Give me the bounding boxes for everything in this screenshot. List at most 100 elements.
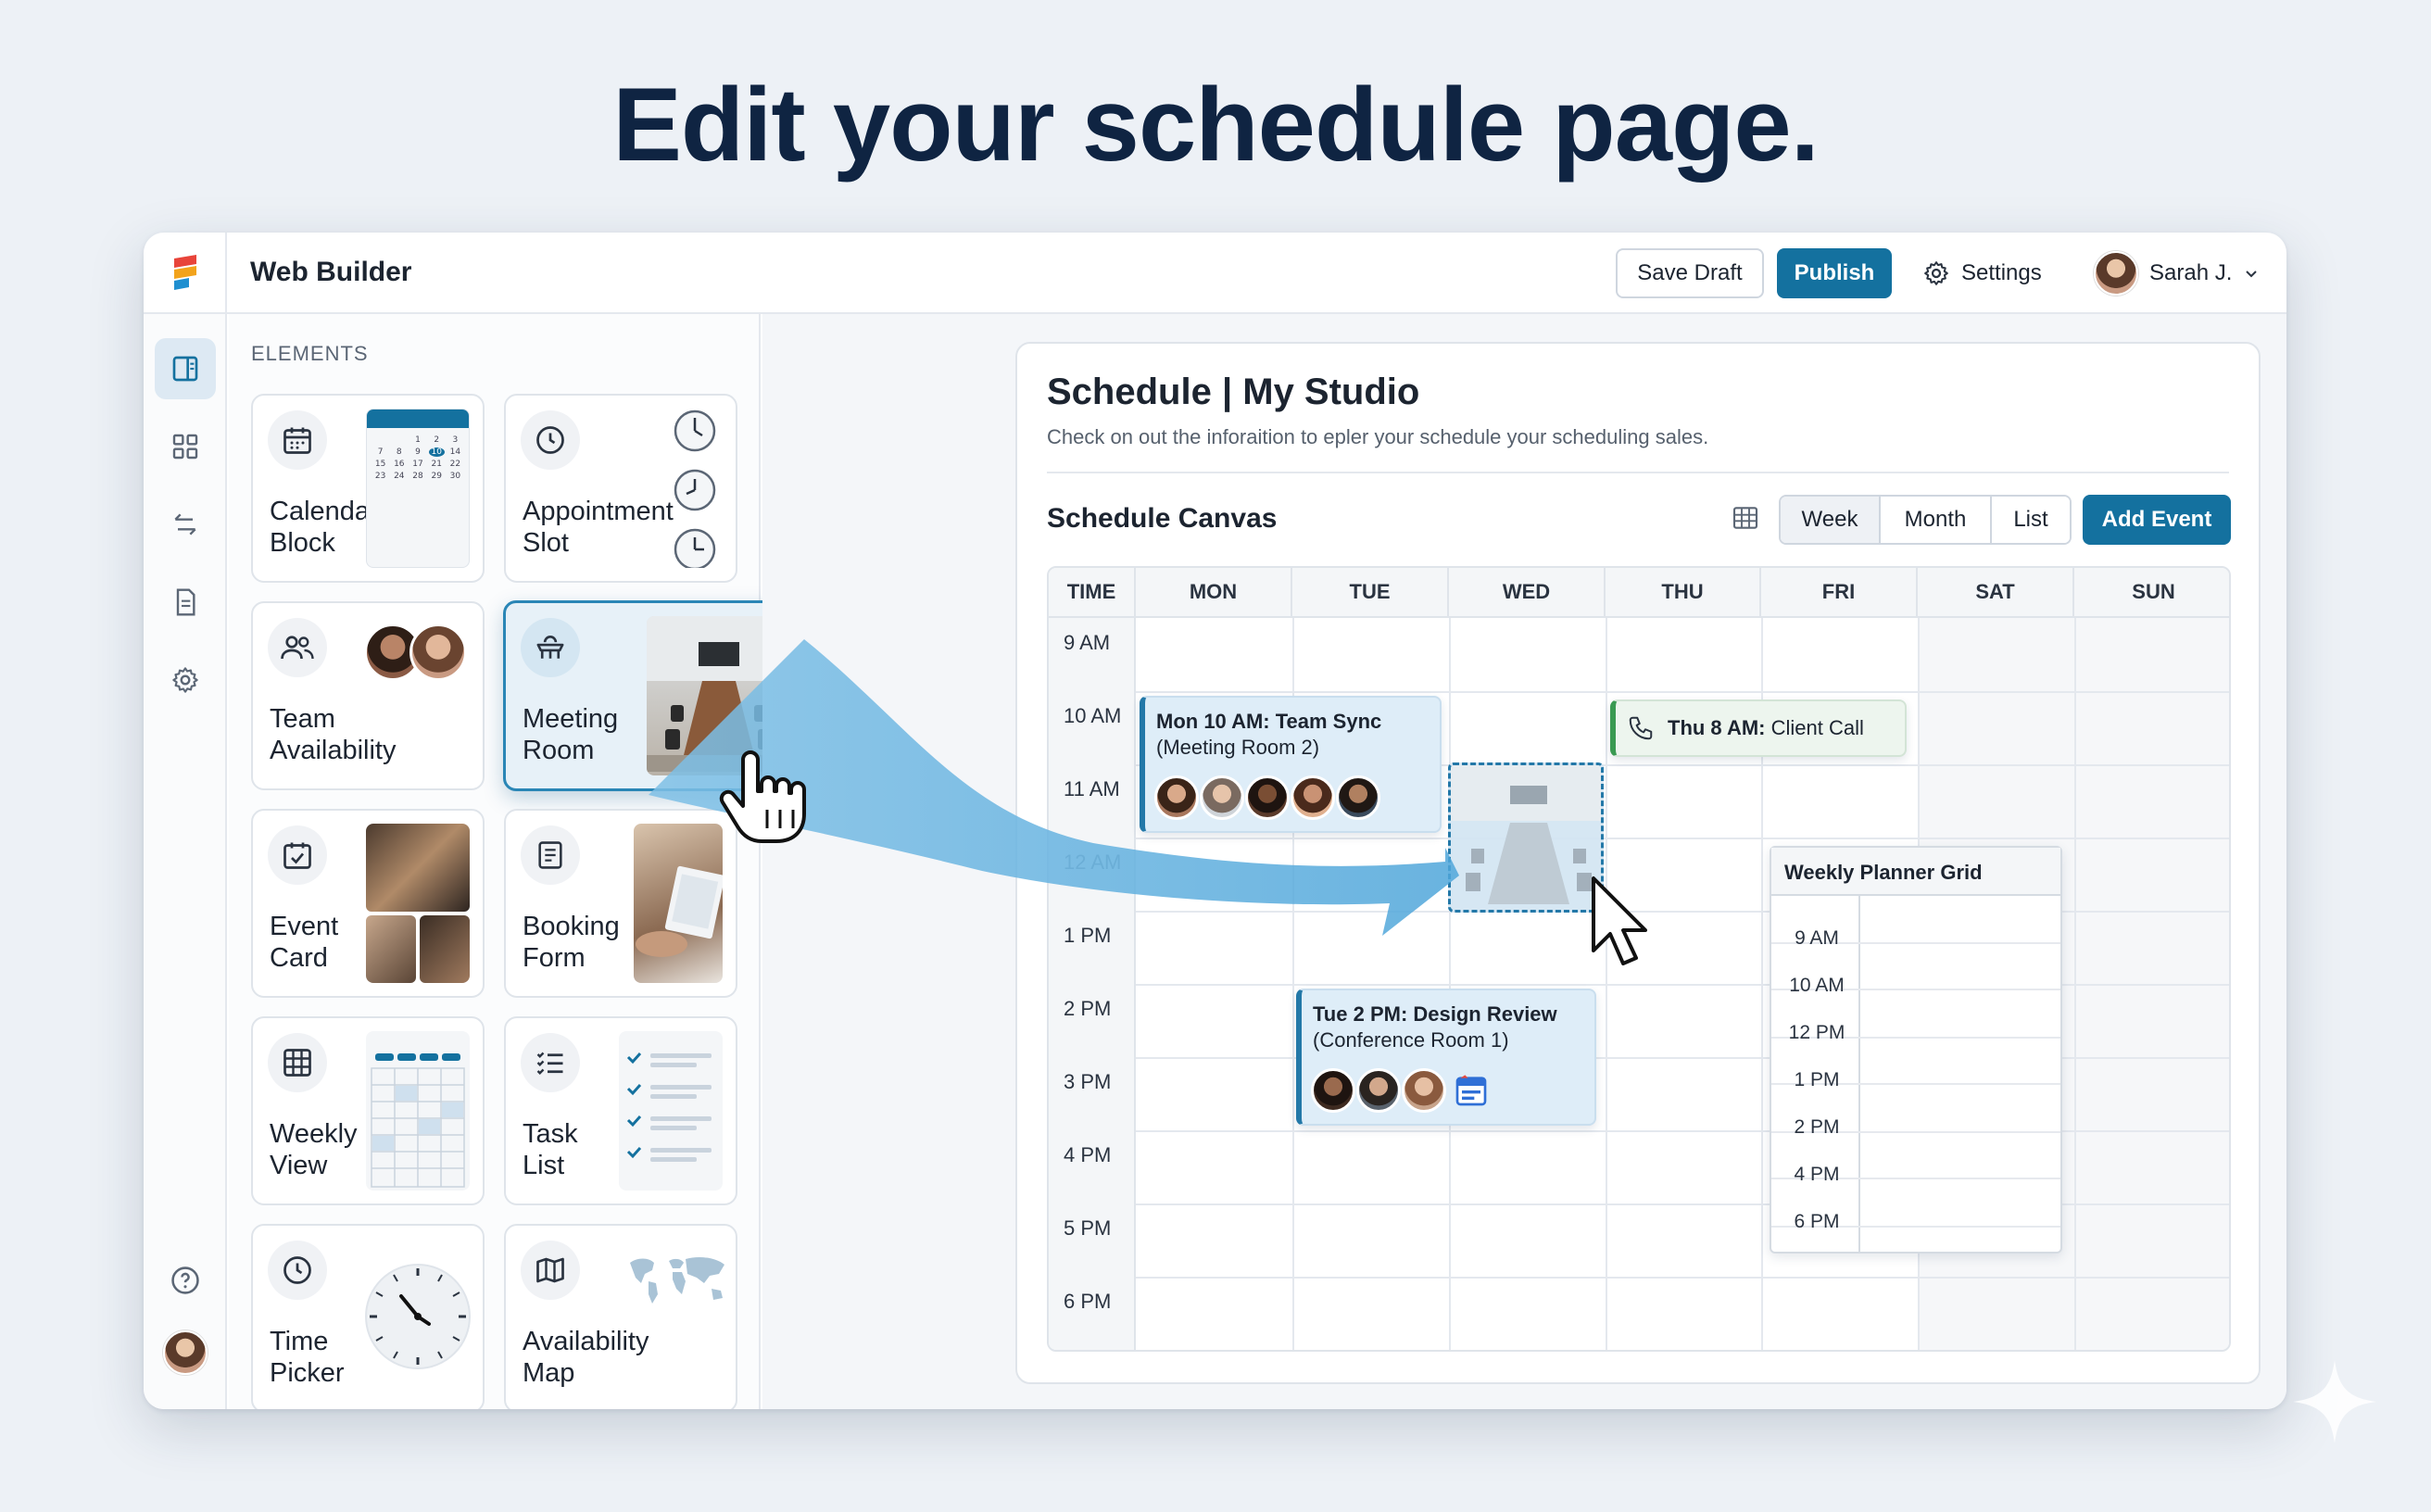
attendee-avatars <box>1154 775 1381 820</box>
card-label: Team Availability <box>270 704 397 765</box>
elements-panel: ELEMENTS Calendar Block 1 2 3 7 8 9 10 14 15 16 17… <box>229 314 809 1409</box>
table-grid-icon[interactable] <box>1731 503 1760 533</box>
page-title: Schedule | My Studio <box>1047 372 1420 412</box>
layout-icon <box>172 356 198 382</box>
card-label: Event Card <box>270 912 339 973</box>
user-menu[interactable]: Sarah J. <box>2094 246 2260 301</box>
add-event-button[interactable]: Add Event <box>2083 495 2231 545</box>
canvas-title: Schedule Canvas <box>1047 503 1278 534</box>
event-client-call[interactable]: Thu 8 AM: Client Call <box>1610 699 1907 757</box>
card-label: Meeting Room <box>523 704 619 765</box>
publish-button[interactable]: Publish <box>1777 248 1892 298</box>
apps-grid-icon <box>172 434 198 460</box>
logo-cell <box>144 233 227 314</box>
element-card-calendar-block[interactable]: Calendar Block 1 2 3 7 8 9 10 14 15 16 17 21 22 23 24 2… <box>251 394 485 583</box>
element-card-appointment-slot[interactable]: Appointment Slot <box>504 394 737 583</box>
planner-time: 9 AM <box>1795 927 1839 949</box>
planner-time: 2 PM <box>1794 1116 1840 1138</box>
card-label: Weekly View <box>270 1119 358 1180</box>
rail-help[interactable] <box>155 1250 216 1311</box>
event-title: Thu 8 AM: Client Call <box>1668 716 1864 739</box>
time-label: 11 AM <box>1064 777 1120 800</box>
rail-pages[interactable] <box>155 572 216 633</box>
view-list-button[interactable]: List <box>1992 497 2070 543</box>
view-switcher: Week Month List <box>1779 495 2072 545</box>
clock-icon <box>521 410 580 470</box>
mini-cal-day: 15 <box>374 460 386 469</box>
rail-settings[interactable] <box>155 649 216 711</box>
calendar-app-icon <box>1455 1075 1487 1106</box>
meeting-table-icon <box>521 618 580 677</box>
mini-cal-day: 8 <box>396 447 402 457</box>
app-window: Web Builder Save Draft Publish Settings … <box>144 233 2286 1409</box>
time-label: 4 PM <box>1064 1143 1112 1166</box>
chevron-down-icon <box>2246 271 2258 278</box>
column-header: TUE <box>1292 568 1449 618</box>
hero-title: Edit your schedule page. <box>612 67 1820 183</box>
element-card-weekly-view[interactable]: Weekly View <box>251 1016 485 1205</box>
rail-swap[interactable] <box>155 494 216 555</box>
mini-cal-blank <box>391 435 407 445</box>
element-card-time-picker[interactable]: Time Picker <box>251 1224 485 1409</box>
card-label: Time Picker <box>270 1327 345 1388</box>
time-label: 9 AM <box>1064 631 1111 654</box>
mini-cal-day: 22 <box>449 460 461 469</box>
element-card-task-list[interactable]: Task List <box>504 1016 737 1205</box>
page-subtitle: Check on out the inforaition to epler yo… <box>1047 425 1709 448</box>
checklist-icon <box>521 1033 580 1092</box>
mini-cal-blank <box>372 435 388 445</box>
time-label: 5 PM <box>1064 1216 1112 1240</box>
element-card-booking-form[interactable]: Booking Form <box>504 809 737 998</box>
mini-cal-day: 10 <box>428 447 445 457</box>
view-week-button[interactable]: Week <box>1781 497 1881 543</box>
weekly-planner-grid[interactable]: Weekly Planner Grid 9 AM 10 AM 12 PM 1 P… <box>1770 846 2062 1254</box>
settings-button[interactable]: Settings <box>1922 249 2042 297</box>
rail-apps[interactable] <box>155 416 216 477</box>
time-label: 10 AM <box>1064 704 1122 727</box>
time-label: 2 PM <box>1064 997 1112 1020</box>
mini-cal-day: 17 <box>412 460 423 469</box>
mini-cal-day: 24 <box>394 472 405 481</box>
elements-label: ELEMENTS <box>251 342 369 365</box>
attendee-avatars <box>1311 1068 1490 1113</box>
mini-cal-day: 30 <box>449 472 461 481</box>
app-title: Web Builder <box>250 257 412 287</box>
form-icon <box>521 825 580 885</box>
save-draft-button[interactable]: Save Draft <box>1616 248 1764 298</box>
canvas-area: Schedule | My Studio Check on out the in… <box>762 314 2286 1409</box>
planner-time: 10 AM <box>1789 975 1845 996</box>
sparkle-icon <box>2293 1360 2376 1443</box>
people-icon <box>268 618 327 677</box>
planner-title: Weekly Planner Grid <box>1771 848 2060 896</box>
drop-target-placeholder[interactable] <box>1448 762 1604 913</box>
element-card-team-availability[interactable]: Team Availability <box>251 601 485 790</box>
calendar-icon <box>268 410 327 470</box>
gear-icon <box>1924 261 1948 285</box>
app-logo <box>174 255 196 290</box>
card-label: Appointment Slot <box>523 497 674 558</box>
gear-icon <box>172 667 198 693</box>
rail-profile[interactable] <box>155 1322 216 1383</box>
element-card-event-card[interactable]: Event Card <box>251 809 485 998</box>
event-design-review[interactable]: Tue 2 PM: Design Review (Conference Room … <box>1296 989 1596 1126</box>
rail-layout[interactable] <box>155 338 216 399</box>
column-header: SUN <box>2074 568 2229 618</box>
help-icon <box>171 1266 199 1294</box>
mini-cal-day: 2 <box>434 435 440 445</box>
mini-cal-day: 21 <box>431 460 442 469</box>
column-header: TIME <box>1049 568 1136 618</box>
card-label: Calendar Block <box>270 497 379 558</box>
planner-time: 1 PM <box>1794 1069 1840 1090</box>
team-avatars <box>364 624 468 681</box>
mini-cal-day: 9 <box>415 447 421 457</box>
swap-icon <box>174 513 196 536</box>
mini-cal-day: 14 <box>449 447 461 457</box>
view-month-button[interactable]: Month <box>1881 497 1992 543</box>
element-card-availability-map[interactable]: Availability Map <box>504 1224 737 1409</box>
time-label: 6 PM <box>1064 1290 1112 1313</box>
column-header: THU <box>1606 568 1761 618</box>
mini-cal-day: 23 <box>374 472 386 481</box>
time-label: 3 PM <box>1064 1070 1112 1093</box>
event-team-sync[interactable]: Mon 10 AM: Team Sync (Meeting Room 2) <box>1140 696 1442 833</box>
clocks-thumbnail <box>667 409 723 568</box>
